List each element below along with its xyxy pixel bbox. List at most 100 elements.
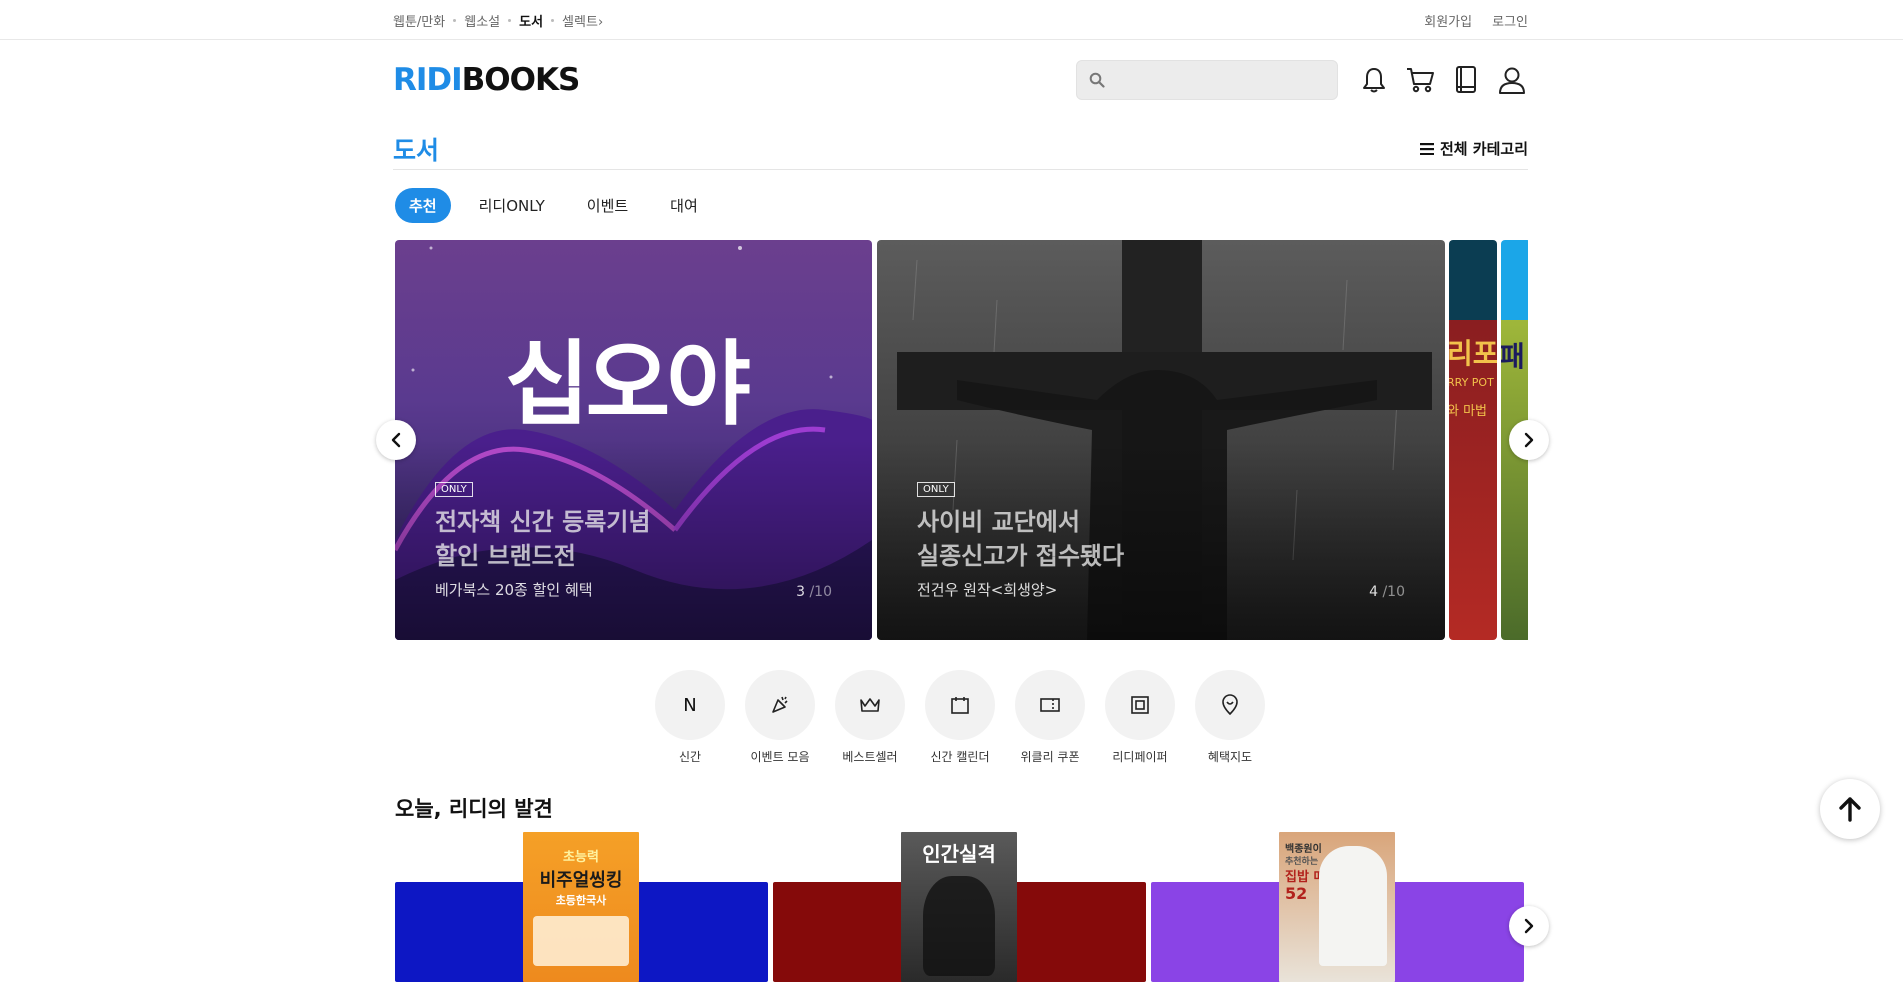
quick-menu: N 신간 이벤트 모음 베스트셀러 신간 캘린더 위클리 쿠폰 리디페이퍼 혜택… xyxy=(655,670,1265,765)
quick-menu-calendar[interactable]: 신간 캘린더 xyxy=(925,670,995,765)
quick-menu-icon-wrap xyxy=(745,670,815,740)
book-cover[interactable]: 백종원이 추천하는 집밥 메뉴 52 xyxy=(1279,832,1395,982)
service-nav: 웹툰/만화 웹소설 도서 셀렉트› xyxy=(393,11,603,30)
party-popper-icon xyxy=(772,696,788,713)
book-cover-text: 초능력 xyxy=(563,850,599,865)
partial-banner-text: 리포 xyxy=(1449,337,1497,370)
logo-ridi: RIDI xyxy=(393,61,463,98)
carousel-next-button[interactable] xyxy=(1509,420,1549,460)
quick-menu-label: 혜택지도 xyxy=(1207,750,1253,764)
all-categories-button[interactable]: 전체 카테고리 xyxy=(1419,138,1528,159)
book-cover-art xyxy=(533,916,629,966)
map-pin-icon xyxy=(1222,694,1238,715)
discover-section-title: 오늘, 리디의 발견 xyxy=(395,797,553,821)
bell-icon xyxy=(1363,68,1385,93)
book-cover-text: 비주얼씽킹 xyxy=(539,870,623,891)
quick-menu-icon-wrap xyxy=(1195,670,1265,740)
menu-icon xyxy=(1419,142,1434,155)
cart-icon xyxy=(1407,68,1434,93)
banner-subtitle: 베가북스 20종 할인 혜택 xyxy=(435,581,593,599)
login-link[interactable]: 로그인 xyxy=(1492,11,1528,30)
discover-next-button[interactable] xyxy=(1509,906,1549,946)
quick-menu-bestseller[interactable]: 베스트셀러 xyxy=(835,670,905,765)
banner-counter-total: /10 xyxy=(809,584,832,600)
banner-counter-index: 3 xyxy=(796,584,806,600)
quick-menu-ridipaper[interactable]: 리디페이퍼 xyxy=(1105,670,1175,765)
logo-books: BOOKS xyxy=(461,61,581,98)
notification-button[interactable] xyxy=(1358,64,1390,96)
partial-banner-text: RRY POT xyxy=(1449,376,1494,389)
banner-counter: 4 /10 xyxy=(1369,584,1405,600)
quick-menu-label: 이벤트 모음 xyxy=(750,750,810,764)
chevron-right-icon: › xyxy=(597,14,604,30)
quick-menu-label: 리디페이퍼 xyxy=(1112,750,1168,764)
quick-menu-events[interactable]: 이벤트 모음 xyxy=(745,670,815,765)
banner-slide[interactable]: 십오야 ONLY 전자책 신간 등록기념 할인 브랜드전 베가북스 20종 할인… xyxy=(395,240,872,640)
scroll-to-top-button[interactable] xyxy=(1820,779,1880,839)
banner-art-text: 십오야 xyxy=(505,331,751,438)
quick-menu-label: 베스트셀러 xyxy=(842,750,898,764)
banner-title-line1: 전자책 신간 등록기념 xyxy=(435,508,651,536)
search-icon xyxy=(1089,72,1105,88)
section-header: 도서 전체 카테고리 xyxy=(393,128,1528,170)
banner-slide-partial[interactable]: 리포 RRY POT 와 마법 xyxy=(1449,240,1497,640)
new-icon: N xyxy=(655,670,725,740)
service-nav-webnovel[interactable]: 웹소설 xyxy=(464,11,500,30)
service-nav-books[interactable]: 도서 xyxy=(519,11,543,30)
ereader-icon xyxy=(1131,696,1149,714)
header: RIDIBOOKS xyxy=(393,40,1528,120)
nav-separator xyxy=(453,18,457,22)
quick-menu-new[interactable]: N 신간 xyxy=(655,670,725,765)
nav-separator xyxy=(551,18,555,22)
banner-counter-index: 4 xyxy=(1369,584,1379,600)
quick-menu-icon-wrap xyxy=(925,670,995,740)
my-account-button[interactable] xyxy=(1496,64,1528,96)
quick-menu-label: 신간 xyxy=(678,750,702,764)
banner-title-line2: 할인 브랜드전 xyxy=(435,542,576,570)
tab-events[interactable]: 이벤트 xyxy=(573,188,642,223)
banner-subtitle: 전건우 원작<희생양> xyxy=(917,581,1058,599)
banner-title: 사이비 교단에서 실종신고가 접수됐다 xyxy=(917,505,1405,573)
my-library-button[interactable] xyxy=(1450,64,1482,96)
service-nav-webtoon[interactable]: 웹툰/만화 xyxy=(393,11,445,30)
book-cover[interactable]: 인간실격 xyxy=(901,832,1017,982)
chevron-left-icon xyxy=(391,432,401,448)
service-nav-select[interactable]: 셀렉트› xyxy=(562,11,603,30)
nav-separator xyxy=(508,18,512,22)
cart-button[interactable] xyxy=(1404,64,1436,96)
quick-menu-icon-wrap xyxy=(1015,670,1085,740)
quick-menu-icon-wrap xyxy=(835,670,905,740)
chevron-right-icon xyxy=(1524,918,1534,934)
library-icon xyxy=(1456,66,1476,93)
banner-title-line2: 실종신고가 접수됐다 xyxy=(917,542,1125,570)
search-box[interactable] xyxy=(1076,60,1338,100)
tab-rental[interactable]: 대여 xyxy=(656,188,712,223)
banner-caption: ONLY 사이비 교단에서 실종신고가 접수됐다 전건우 원작<희생양> 4 /… xyxy=(917,477,1405,600)
banner-counter: 3 /10 xyxy=(796,584,832,600)
coupon-icon xyxy=(1040,698,1060,712)
partial-banner-text: 패 xyxy=(1501,340,1525,373)
book-cover-art xyxy=(1319,846,1387,966)
banner-title: 전자책 신간 등록기념 할인 브랜드전 xyxy=(435,505,832,573)
ridibooks-logo[interactable]: RIDIBOOKS xyxy=(393,61,581,98)
crown-icon xyxy=(860,698,880,712)
all-categories-label: 전체 카테고리 xyxy=(1439,140,1528,158)
quick-menu-benefit-map[interactable]: 혜택지도 xyxy=(1195,670,1265,765)
banner-slide[interactable]: ONLY 사이비 교단에서 실종신고가 접수됐다 전건우 원작<희생양> 4 /… xyxy=(877,240,1445,640)
search-input[interactable] xyxy=(1113,72,1313,88)
partial-banner-text: 와 마법 xyxy=(1449,404,1488,419)
chevron-right-icon xyxy=(1524,432,1534,448)
book-cover-text: 초등한국사 xyxy=(555,894,607,907)
account-links: 회원가입 로그인 xyxy=(1424,11,1528,30)
banner-counter-total: /10 xyxy=(1382,584,1405,600)
profile-icon xyxy=(1499,67,1525,94)
signup-link[interactable]: 회원가입 xyxy=(1424,11,1472,30)
book-cover[interactable]: 초능력 비주얼씽킹 초등한국사 xyxy=(523,832,639,982)
tab-ridi-only[interactable]: 리디ONLY xyxy=(465,188,559,223)
banner-caption: ONLY 전자책 신간 등록기념 할인 브랜드전 베가북스 20종 할인 혜택 … xyxy=(435,477,832,600)
content-tabs: 추천 리디ONLY 이벤트 대여 xyxy=(395,188,712,223)
quick-menu-coupon[interactable]: 위클리 쿠폰 xyxy=(1015,670,1085,765)
tab-recommended[interactable]: 추천 xyxy=(395,188,451,223)
global-nav-bar: 웹툰/만화 웹소설 도서 셀렉트› 회원가입 로그인 xyxy=(0,0,1903,40)
carousel-prev-button[interactable] xyxy=(376,420,416,460)
